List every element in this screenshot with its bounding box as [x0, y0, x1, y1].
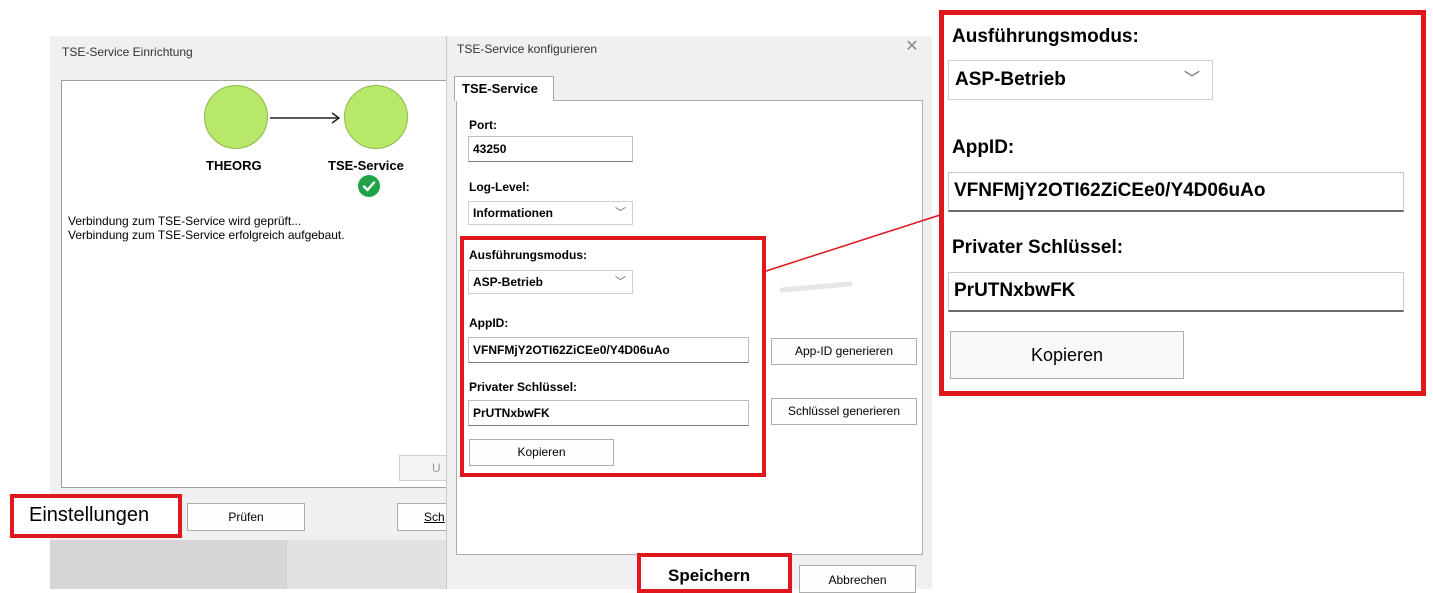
- arrow-right-icon: [268, 108, 348, 128]
- mode-value: ASP-Betrieb: [473, 275, 544, 289]
- settings-button[interactable]: Einstellungen: [29, 504, 149, 527]
- close-button[interactable]: Sch: [397, 503, 452, 531]
- chevron-down-icon: ﹀: [1183, 71, 1200, 88]
- config-dialog-title: TSE-Service konfigurieren: [457, 42, 598, 56]
- appid-input[interactable]: VFNFMjY2OTI62ZiCEe0/Y4D06uAo: [468, 337, 749, 363]
- background-strip: [286, 540, 456, 589]
- zoom-appid-input[interactable]: VFNFMjY2OTI62ZiCEe0/Y4D06uAo: [948, 172, 1404, 212]
- zoom-mode-select[interactable]: ASP-Betrieb ﹀: [948, 60, 1213, 100]
- status-line: Verbindung zum TSE-Service erfolgreich a…: [68, 228, 345, 242]
- callout-connector: [760, 212, 945, 302]
- zoom-private-key-label: Privater Schlüssel:: [952, 237, 1124, 258]
- private-key-label: Privater Schlüssel:: [469, 380, 578, 394]
- copy-button[interactable]: Kopieren: [469, 439, 614, 466]
- check-button[interactable]: Prüfen: [187, 503, 305, 531]
- theorg-node-icon: [204, 85, 268, 149]
- port-input[interactable]: 43250: [468, 136, 633, 162]
- zoom-mode-value: ASP-Betrieb: [955, 69, 1066, 90]
- private-key-input[interactable]: PrUTNxbwFK: [468, 400, 749, 426]
- zoom-private-key-input[interactable]: PrUTNxbwFK: [948, 272, 1404, 312]
- tab-tse-service[interactable]: TSE-Service: [454, 76, 554, 101]
- zoom-appid-label: AppID:: [952, 137, 1015, 158]
- node-label-theorg: THEORG: [206, 158, 262, 173]
- mode-label: Ausführungsmodus:: [469, 248, 587, 262]
- node-label-tse-service: TSE-Service: [328, 158, 404, 173]
- status-line: Verbindung zum TSE-Service wird geprüft.…: [68, 214, 302, 228]
- chevron-down-icon: ﹀: [615, 207, 626, 219]
- chevron-down-icon: ﹀: [615, 276, 626, 288]
- loglevel-label: Log-Level:: [469, 180, 530, 194]
- background-strip: [50, 540, 286, 589]
- check-circle-icon: [358, 175, 380, 197]
- save-button[interactable]: Speichern: [668, 566, 750, 586]
- mode-select[interactable]: ASP-Betrieb ﹀: [468, 270, 633, 294]
- loglevel-select[interactable]: Informationen ﹀: [468, 201, 633, 225]
- port-label: Port:: [469, 118, 497, 132]
- appid-label: AppID:: [469, 316, 509, 330]
- generate-key-button[interactable]: Schlüssel generieren: [771, 398, 917, 425]
- generate-appid-button[interactable]: App-ID generieren: [771, 338, 917, 365]
- setup-status-panel: [61, 80, 461, 488]
- setup-window-title: TSE-Service Einrichtung: [62, 45, 193, 59]
- zoom-mode-label: Ausführungsmodus:: [952, 26, 1139, 47]
- zoom-copy-button[interactable]: Kopieren: [950, 331, 1184, 379]
- loglevel-value: Informationen: [473, 206, 553, 220]
- close-icon[interactable]: ✕: [903, 38, 921, 56]
- tse-service-node-icon: [344, 85, 408, 149]
